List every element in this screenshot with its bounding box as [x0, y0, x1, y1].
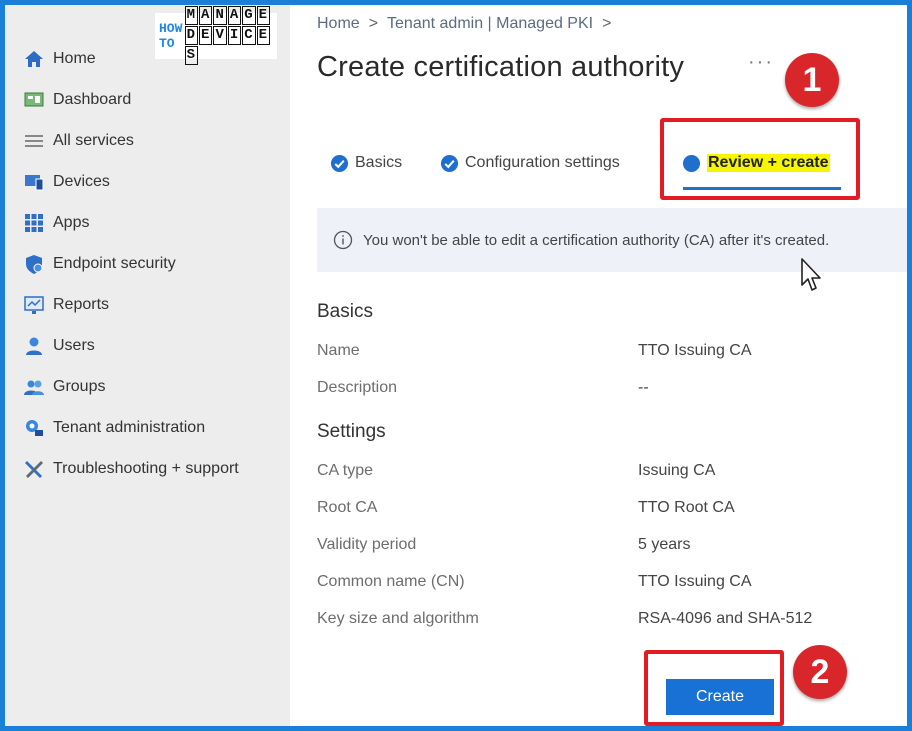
sidebar-item-users[interactable]: Users: [5, 325, 290, 366]
summary-row-ca-type: CA type Issuing CA: [317, 462, 897, 486]
row-value: Issuing CA: [638, 462, 716, 479]
row-key: CA type: [317, 462, 374, 479]
row-key: Key size and algorithm: [317, 610, 479, 627]
summary-row-validity-period: Validity period 5 years: [317, 536, 897, 560]
row-key: Common name (CN): [317, 573, 465, 590]
breadcrumb-home[interactable]: Home: [317, 15, 360, 32]
wrench-icon: [23, 458, 45, 480]
check-circle-icon: [330, 154, 349, 172]
sidebar-item-home[interactable]: Home: [5, 38, 290, 79]
sidebar-item-label: Endpoint security: [53, 254, 176, 272]
breadcrumb-separator: >: [602, 15, 612, 32]
summary-row-root-ca: Root CA TTO Root CA: [317, 499, 897, 523]
devices-icon: [23, 171, 45, 193]
row-value: --: [638, 379, 649, 396]
sidebar-nav: Home Dashboard All services Devices Apps…: [5, 38, 290, 489]
summary-row-key-size: Key size and algorithm RSA-4096 and SHA-…: [317, 610, 897, 634]
annotation-highlight-box-review: [660, 118, 860, 200]
sidebar-item-endpoint-security[interactable]: Endpoint security: [5, 243, 290, 284]
apps-grid-icon: [23, 212, 45, 234]
create-button[interactable]: Create: [666, 679, 774, 715]
annotation-step-1: 1: [785, 53, 839, 107]
tab-label: Configuration settings: [465, 154, 620, 171]
row-value: TTO Issuing CA: [638, 342, 752, 359]
breadcrumb: Home > Tenant admin | Managed PKI >: [317, 15, 620, 33]
row-key: Validity period: [317, 536, 417, 553]
sidebar-item-label: Groups: [53, 377, 106, 395]
row-key: Root CA: [317, 499, 378, 516]
sidebar-item-apps[interactable]: Apps: [5, 202, 290, 243]
sidebar-item-label: Reports: [53, 295, 110, 313]
summary-row-common-name: Common name (CN) TTO Issuing CA: [317, 573, 897, 597]
list-icon: [23, 130, 45, 152]
sidebar-item-devices[interactable]: Devices: [5, 161, 290, 202]
info-text: You won't be able to edit a certificatio…: [363, 231, 830, 249]
sidebar-item-tenant-administration[interactable]: Tenant administration: [5, 407, 290, 448]
section-heading-basics: Basics: [317, 301, 373, 322]
row-value: TTO Issuing CA: [638, 573, 752, 590]
tab-basics[interactable]: Basics: [330, 145, 402, 181]
sidebar-item-groups[interactable]: Groups: [5, 366, 290, 407]
summary-row-description: Description --: [317, 379, 897, 403]
sidebar-item-label: Troubleshooting + support: [53, 459, 239, 477]
reports-icon: [23, 294, 45, 316]
row-key: Name: [317, 342, 360, 359]
sidebar: HOW TO MANAGE D E V I C ES Home Dashboard: [5, 5, 290, 726]
check-circle-icon: [440, 154, 459, 172]
dashboard-icon: [23, 89, 45, 111]
row-key: Description: [317, 379, 398, 396]
mouse-cursor-icon: [801, 258, 821, 291]
sidebar-item-label: Devices: [53, 172, 110, 190]
sidebar-item-label: Dashboard: [53, 90, 132, 108]
sidebar-item-label: Apps: [53, 213, 90, 231]
tenant-admin-icon: [23, 417, 45, 439]
sidebar-item-dashboard[interactable]: Dashboard: [5, 79, 290, 120]
tab-label: Basics: [355, 154, 403, 171]
sidebar-item-label: All services: [53, 131, 134, 149]
main-content: Home > Tenant admin | Managed PKI > Create …: [290, 5, 907, 726]
row-value: TTO Root CA: [638, 499, 735, 516]
sidebar-item-troubleshooting[interactable]: Troubleshooting + support: [5, 448, 290, 489]
home-icon: [23, 48, 45, 70]
tab-configuration-settings[interactable]: Configuration settings: [440, 145, 620, 181]
sidebar-item-all-services[interactable]: All services: [5, 120, 290, 161]
sidebar-item-label: Users: [53, 336, 95, 354]
page-title: Create certification authority: [317, 51, 685, 83]
sidebar-item-label: Home: [53, 49, 96, 67]
row-value: RSA-4096 and SHA-512: [638, 610, 813, 627]
breadcrumb-separator: >: [368, 15, 379, 32]
info-icon: [333, 230, 353, 250]
shield-icon: [23, 253, 45, 275]
summary-row-name: Name TTO Issuing CA: [317, 342, 897, 366]
more-options-button[interactable]: ···: [748, 51, 774, 74]
section-heading-settings: Settings: [317, 421, 386, 442]
groups-icon: [23, 376, 45, 398]
breadcrumb-tenant-admin[interactable]: Tenant admin | Managed PKI: [387, 15, 593, 32]
annotation-step-2: 2: [793, 645, 847, 699]
sidebar-item-label: Tenant administration: [53, 418, 206, 436]
user-icon: [23, 335, 45, 357]
screenshot-frame: HOW TO MANAGE D E V I C ES Home Dashboard: [5, 5, 907, 726]
sidebar-item-reports[interactable]: Reports: [5, 284, 290, 325]
row-value: 5 years: [638, 536, 691, 553]
